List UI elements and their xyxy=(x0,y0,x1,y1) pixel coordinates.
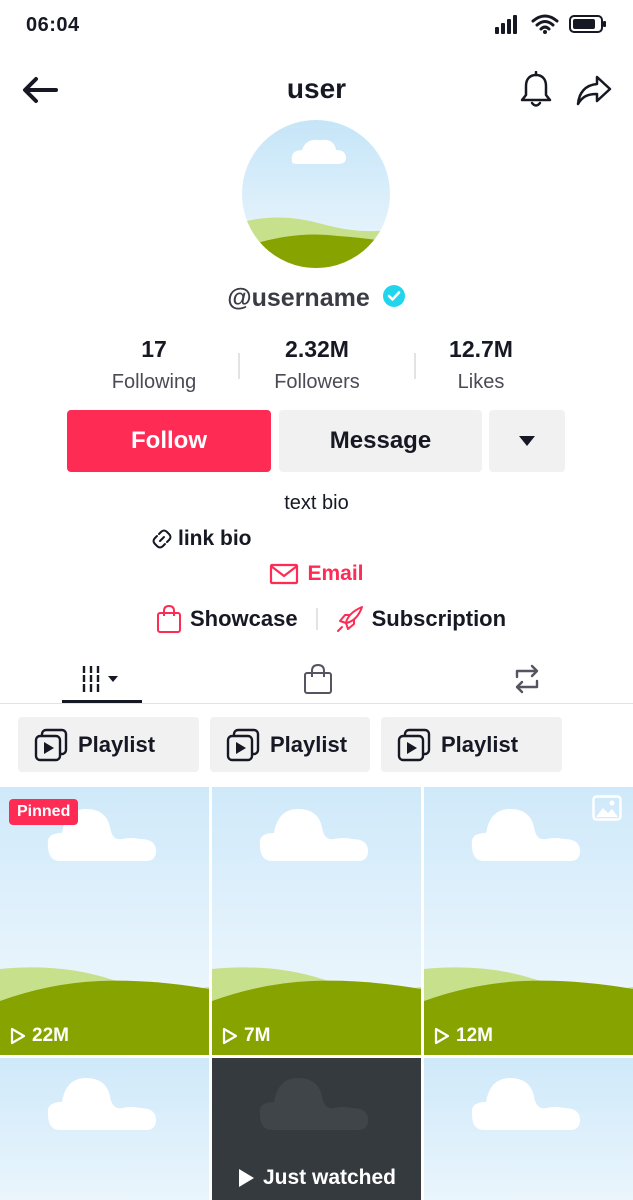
stat-followers[interactable]: 2.32M Followers xyxy=(232,336,402,394)
status-time: 06:04 xyxy=(26,14,80,36)
video-thumbnail[interactable] xyxy=(0,1058,209,1200)
view-count: 22M xyxy=(10,1025,69,1047)
playlist-card[interactable]: Playlist xyxy=(18,717,199,772)
play-outline-icon xyxy=(222,1027,238,1045)
tab-shop[interactable] xyxy=(278,656,358,702)
view-count: 12M xyxy=(434,1025,493,1047)
username: @username xyxy=(227,284,370,312)
shopping-bag-icon xyxy=(304,663,332,694)
bio-text: text bio xyxy=(284,492,349,514)
play-icon xyxy=(238,1169,254,1187)
stat-followers-value: 2.32M xyxy=(285,336,349,362)
stat-followers-label: Followers xyxy=(274,371,360,393)
pinned-badge: Pinned xyxy=(9,799,79,825)
stat-likes-value: 12.7M xyxy=(449,336,513,362)
playlist-card[interactable]: Playlist xyxy=(210,717,370,772)
message-button[interactable]: Message xyxy=(279,410,482,472)
video-thumbnail-image xyxy=(0,787,209,1055)
notifications-button[interactable] xyxy=(514,68,558,112)
view-count-text: 7M xyxy=(244,1025,271,1046)
stat-following-value: 17 xyxy=(141,336,167,362)
view-count-text: 22M xyxy=(32,1025,69,1046)
video-thumbnail-image xyxy=(212,787,421,1055)
video-thumbnail[interactable]: 22M xyxy=(0,787,209,1055)
video-thumbnail[interactable] xyxy=(424,1058,633,1200)
just-watched-text: Just watched xyxy=(262,1166,397,1189)
more-options-button[interactable] xyxy=(489,410,565,472)
playlist-icon xyxy=(34,728,68,761)
shopping-bag-icon xyxy=(157,604,181,633)
share-button[interactable] xyxy=(572,68,616,112)
rocket-icon xyxy=(336,606,363,632)
video-thumbnail-image xyxy=(0,1058,209,1200)
playlist-icon xyxy=(226,728,260,761)
share-icon xyxy=(576,75,612,106)
just-watched-label: Just watched xyxy=(212,1166,421,1190)
video-thumbnail-watched[interactable]: Just watched xyxy=(212,1058,421,1200)
view-count-text: 12M xyxy=(456,1025,493,1046)
signal-icon xyxy=(495,14,521,39)
caret-down-icon xyxy=(519,436,535,446)
subscription-label: Subscription xyxy=(371,606,507,631)
stat-likes-label: Likes xyxy=(457,371,505,393)
avatar[interactable] xyxy=(242,120,390,268)
stat-likes[interactable]: 12.7M Likes xyxy=(396,336,566,394)
play-outline-icon xyxy=(434,1027,450,1045)
video-grid-icon xyxy=(81,666,118,692)
email-link[interactable]: Email xyxy=(0,562,633,586)
video-thumbnail-image xyxy=(424,1058,633,1200)
bio-link[interactable]: link bio xyxy=(150,527,252,551)
verified-badge-icon xyxy=(382,284,406,313)
stat-following[interactable]: 17 Following xyxy=(69,336,239,394)
video-thumbnail[interactable]: 12M xyxy=(424,787,633,1055)
playlist-label: Playlist xyxy=(78,731,156,757)
repost-icon xyxy=(515,664,539,694)
playlist-icon xyxy=(397,728,431,761)
play-outline-icon xyxy=(10,1027,26,1045)
status-icons xyxy=(495,14,607,39)
wifi-icon xyxy=(531,14,559,39)
tab-reposts[interactable] xyxy=(487,656,567,702)
follow-button[interactable]: Follow xyxy=(67,410,271,472)
video-thumbnail[interactable]: 7M xyxy=(212,787,421,1055)
bell-icon xyxy=(520,71,552,107)
view-count: 7M xyxy=(222,1025,270,1047)
playlist-card[interactable]: Playlist xyxy=(381,717,562,772)
photo-icon xyxy=(592,795,622,821)
showcase-link[interactable]: Showcase xyxy=(156,604,298,634)
tabs-divider xyxy=(0,703,633,704)
mail-icon xyxy=(270,563,299,585)
link-icon xyxy=(152,529,172,549)
bio-link-text: link bio xyxy=(178,527,252,550)
video-thumbnail-image xyxy=(424,787,633,1055)
tab-videos[interactable] xyxy=(62,656,142,702)
playlist-label: Playlist xyxy=(441,731,519,757)
showcase-label: Showcase xyxy=(190,606,298,631)
email-label: Email xyxy=(307,562,364,585)
battery-icon xyxy=(569,14,607,39)
subscription-link[interactable]: Subscription xyxy=(336,605,506,633)
playlist-label: Playlist xyxy=(270,731,348,757)
stat-following-label: Following xyxy=(111,371,197,393)
shop-divider xyxy=(315,608,318,630)
